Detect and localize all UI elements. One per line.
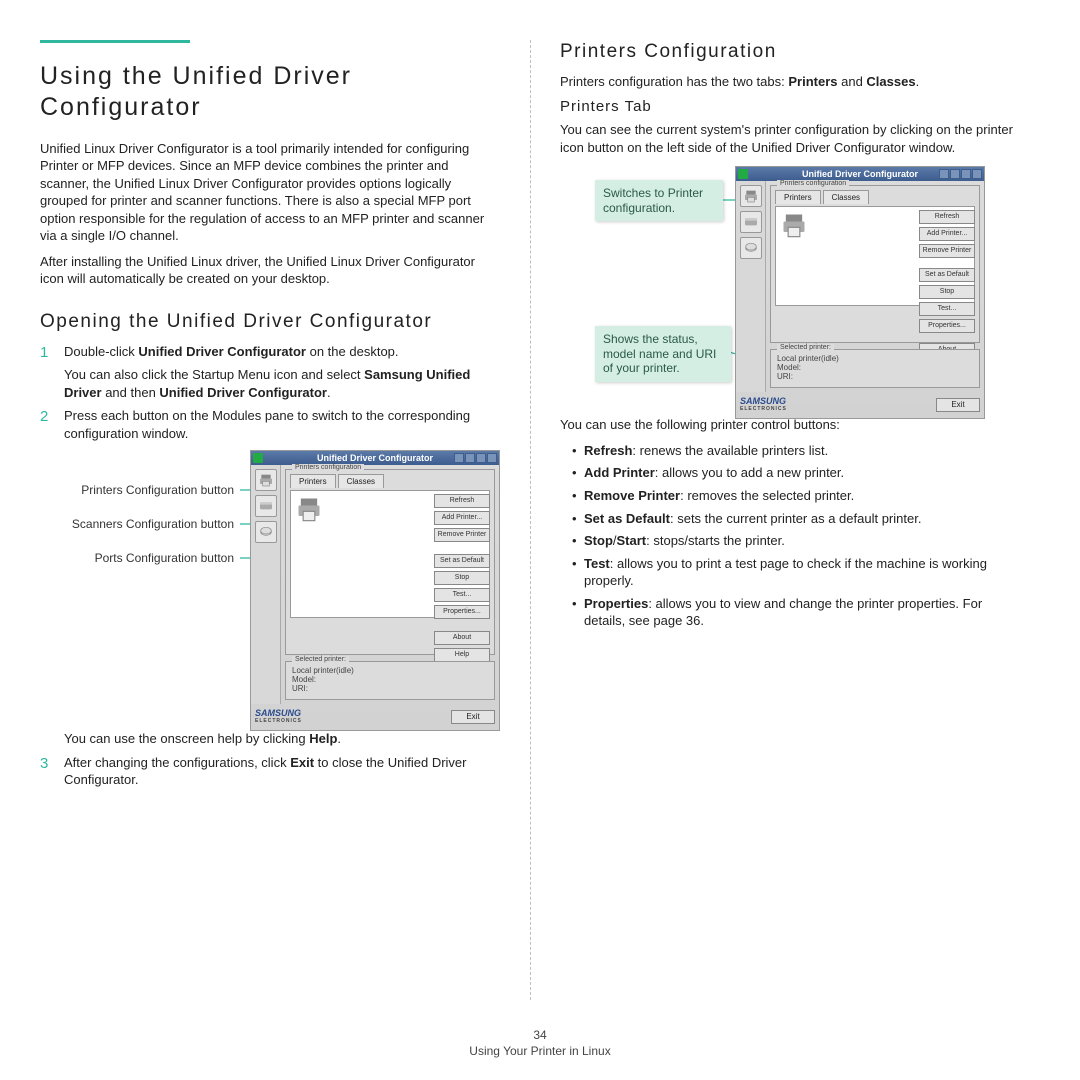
btn-default: Set as Default (434, 554, 490, 568)
configurator-screenshot: Unified Driver Configurator (250, 450, 500, 731)
ports-module-icon (255, 521, 277, 543)
control-buttons-list: Refresh: renews the available printers l… (572, 442, 1020, 630)
printer-module-icon (255, 469, 277, 491)
window-title: Unified Driver Configurator (317, 453, 433, 463)
annotation-switches: Switches to Printer configuration. (595, 180, 723, 221)
btn-props: Properties... (434, 605, 490, 619)
window-title: Unified Driver Configurator (802, 169, 918, 179)
sel-line: Model: (292, 675, 488, 684)
btn-test: Test... (434, 588, 490, 602)
printers-config-intro: Printers configuration has the two tabs:… (560, 73, 1020, 91)
heading-printers-config: Printers Configuration (560, 40, 1020, 65)
selected-title: Selected printer: (292, 656, 349, 663)
ports-module-icon (740, 237, 762, 259)
intro-paragraph-2: After installing the Unified Linux drive… (40, 253, 500, 288)
callout-scanners: Scanners Configuration button (34, 517, 234, 531)
samsung-logo: SAMSUNGELECTRONICS (740, 396, 787, 412)
btn-refresh: Refresh (434, 494, 490, 508)
samsung-logo: SAMSUNGELECTRONICS (255, 708, 302, 724)
callout-printers: Printers Configuration button (34, 483, 234, 497)
heading-main: Using the Unified Driver Configurator (40, 61, 500, 124)
step-number: 1 (40, 343, 64, 402)
btn-exit: Exit (451, 710, 495, 724)
tab-printers: Printers (290, 474, 336, 488)
btn-add: Add Printer... (434, 511, 490, 525)
step-number: 3 (40, 754, 64, 789)
configurator-screenshot-2: Unified Driver Configurator (735, 166, 985, 419)
scanner-module-icon (740, 211, 762, 233)
step-2-text: Press each button on the Modules pane to… (64, 407, 500, 442)
step-1-text: Double-click Unified Driver Configurator… (64, 344, 399, 359)
step-number: 2 (40, 407, 64, 442)
footer-section: Using Your Printer in Linux (469, 1044, 610, 1058)
intro-paragraph-1: Unified Linux Driver Configurator is a t… (40, 140, 500, 245)
callout-ports: Ports Configuration button (34, 551, 234, 565)
step-1-sub: You can also click the Startup Menu icon… (64, 366, 500, 401)
scanner-module-icon (255, 495, 277, 517)
section-rule (40, 40, 190, 43)
btn-help: Help (434, 648, 490, 662)
step-3-text: After changing the configurations, click… (64, 754, 500, 789)
sel-line: Local printer(idle) (292, 666, 488, 675)
sel-line: URI: (292, 684, 488, 693)
heading-opening: Opening the Unified Driver Configurator (40, 310, 500, 335)
btn-about: About (434, 631, 490, 645)
annotation-status: Shows the status, model name and URI of … (595, 326, 731, 381)
printer-module-icon (740, 185, 762, 207)
btn-stop: Stop (434, 571, 490, 585)
btn-remove: Remove Printer (434, 528, 490, 542)
page-number: 34 (0, 1028, 1080, 1042)
tab-classes: Classes (338, 474, 384, 488)
printers-tab-desc: You can see the current system's printer… (560, 121, 1020, 156)
group-title: Printers configuration (292, 464, 364, 471)
heading-printers-tab: Printers Tab (560, 98, 1020, 115)
step-3-pre: You can use the onscreen help by clickin… (64, 731, 341, 746)
page-footer: 34 Using Your Printer in Linux (0, 1028, 1080, 1058)
